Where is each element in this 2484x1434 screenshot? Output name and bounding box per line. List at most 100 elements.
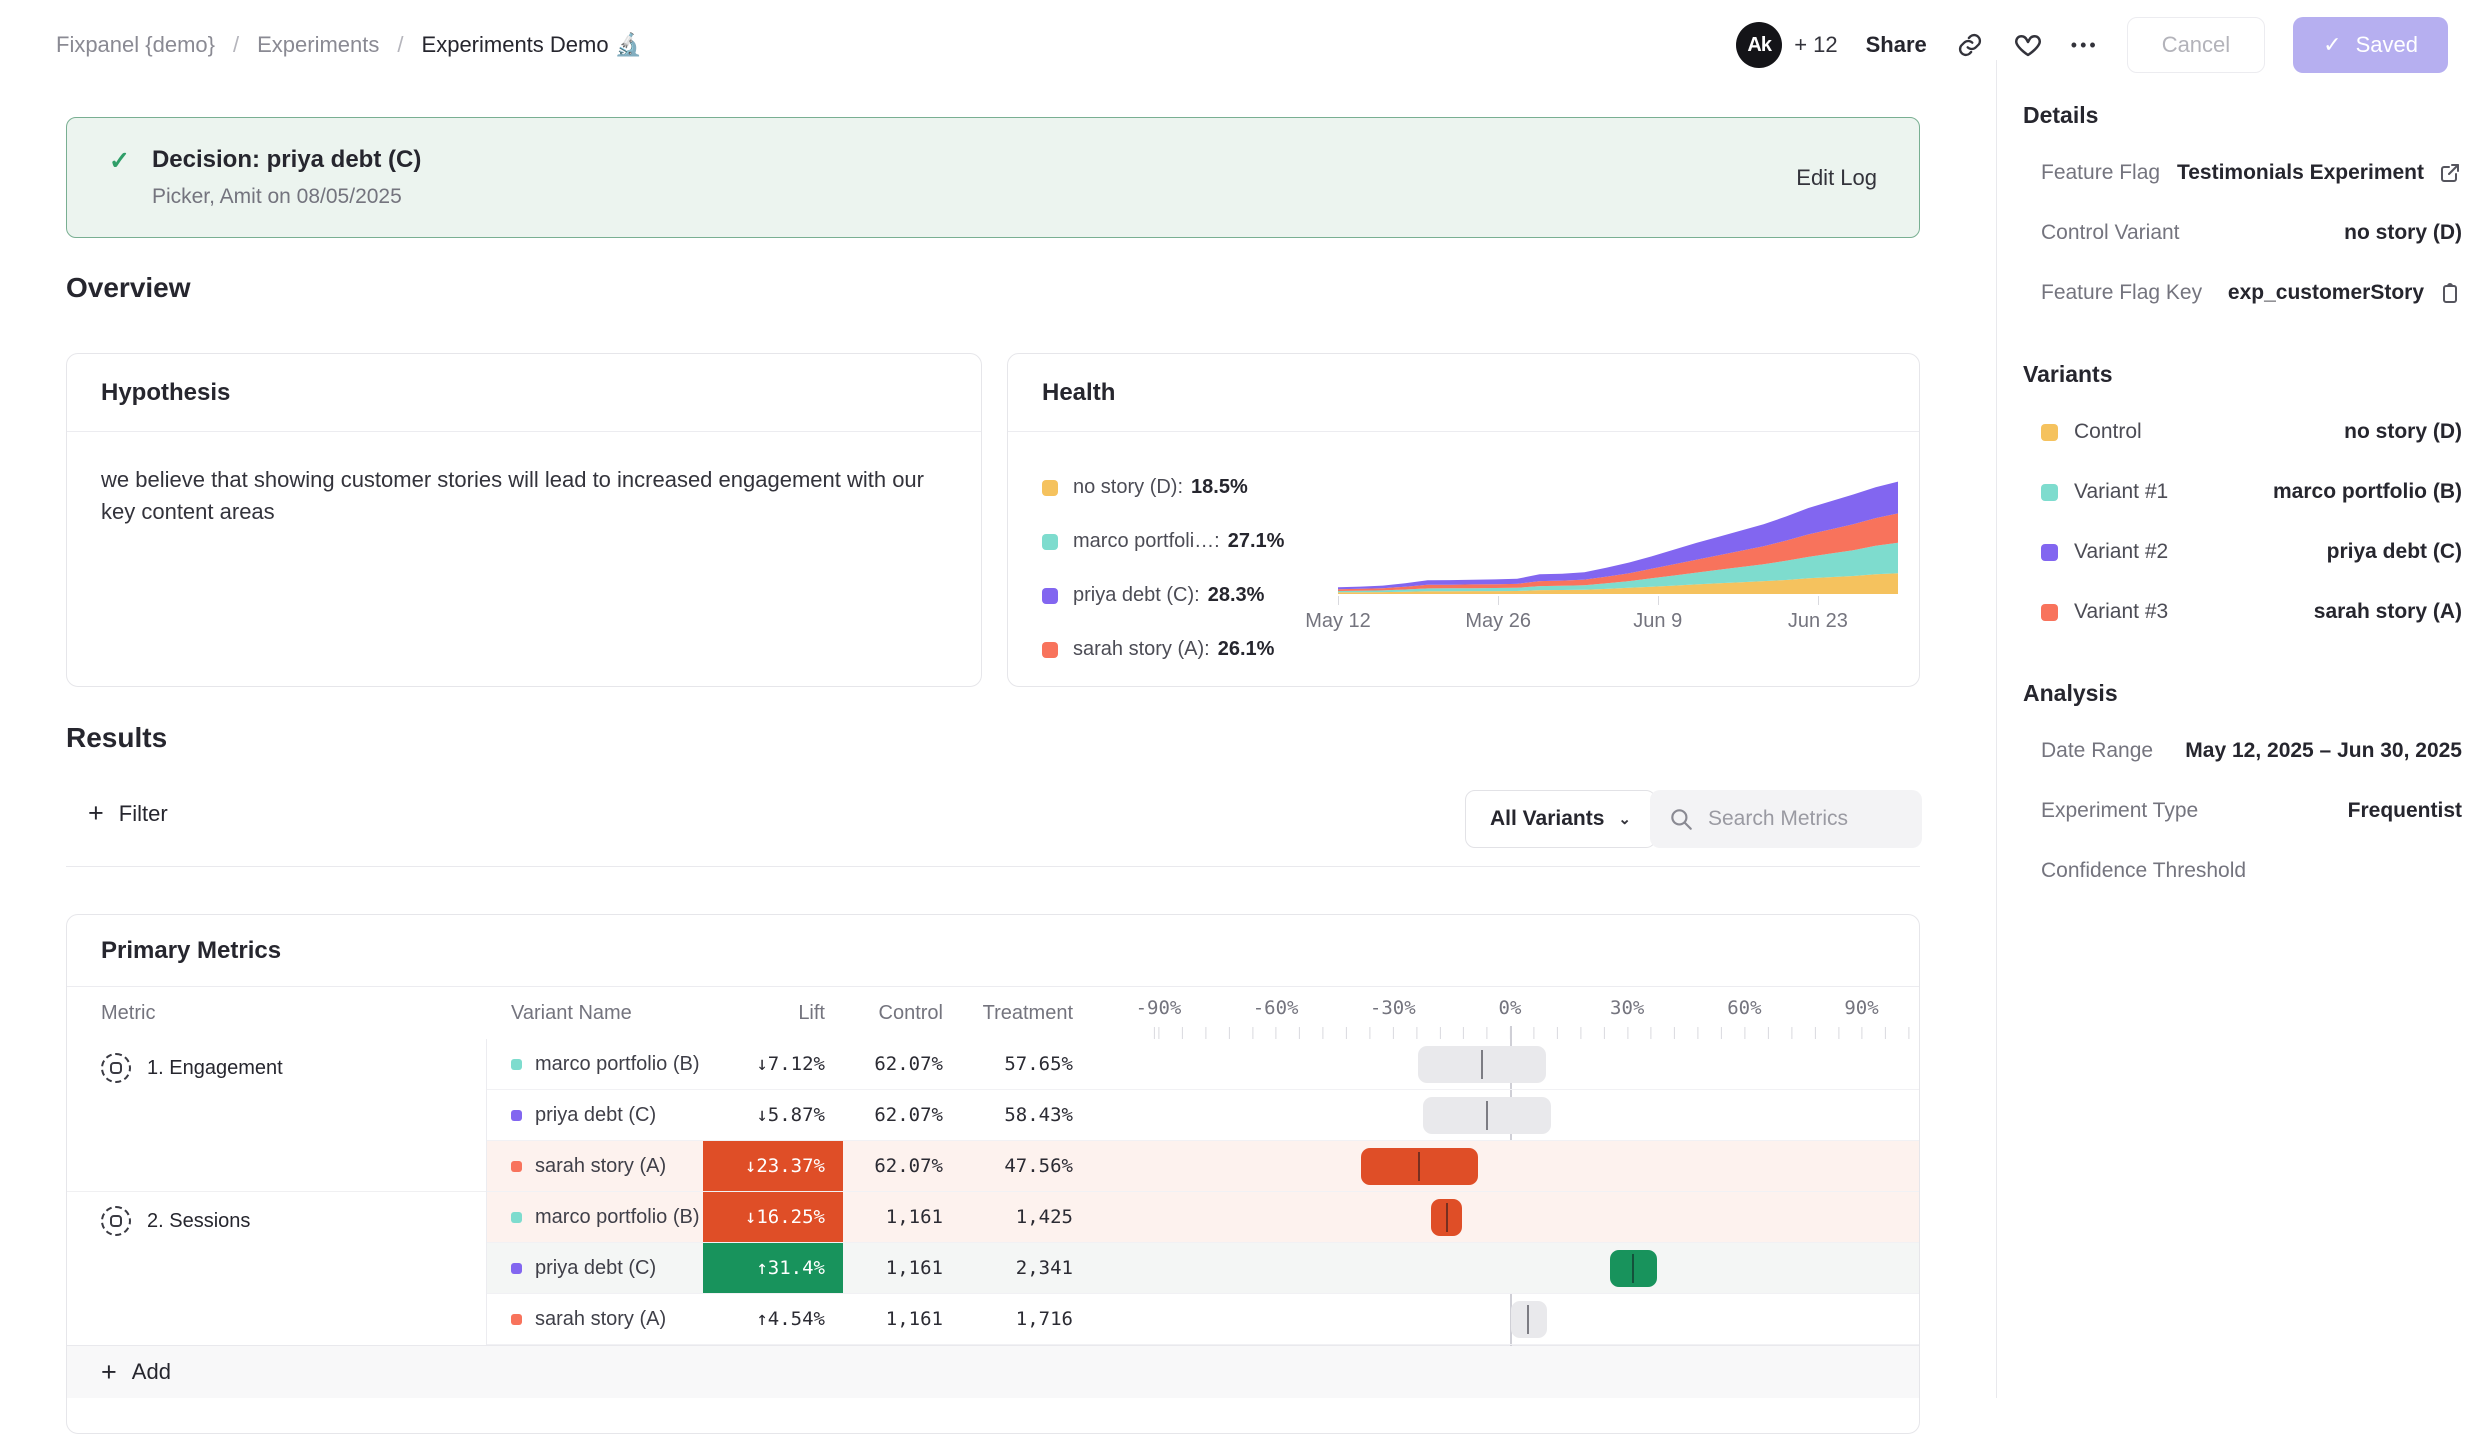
breadcrumb-experiments[interactable]: Experiments [257, 32, 379, 58]
more-menu-icon[interactable]: ••• [2071, 35, 2099, 56]
target-icon [101, 1206, 131, 1236]
variant-row-3: Variant #3 sarah story (A) [2023, 598, 2462, 626]
variant-color-dot [511, 1212, 522, 1223]
metrics-table-header: Metric Variant Name Lift Control Treatme… [67, 987, 1919, 1039]
edit-log-button[interactable]: Edit Log [1796, 165, 1877, 191]
control-value: 62.07% [843, 1090, 953, 1140]
column-header-treatment: Treatment [953, 1002, 1083, 1025]
variant-name: marco portfolio (B) [535, 1206, 700, 1229]
legend-value: 27.1% [1228, 530, 1285, 553]
hypothesis-card: Hypothesis we believe that showing custo… [66, 353, 982, 687]
feature-flag-key-row: Feature Flag Key exp_customerStory [2023, 279, 2462, 307]
column-header-variant-name: Variant Name [487, 1002, 703, 1025]
variant-name: marco portfolio (B) [535, 1053, 700, 1076]
variant-cell: marco portfolio (B) [487, 1192, 703, 1242]
variant-name: sarah story (A) [535, 1308, 666, 1331]
legend-swatch [1042, 642, 1058, 658]
lift-center-tick [1446, 1203, 1448, 1232]
metric-row[interactable]: sarah story (A)↑4.54%1,1611,716 [487, 1294, 1919, 1345]
feature-flag-value[interactable]: Testimonials Experiment [2177, 161, 2424, 185]
lift-axis: -90%-60%-30%0%30%60%90% [1141, 987, 1919, 1039]
date-range-label: Date Range [2041, 739, 2153, 763]
plus-icon: + [88, 800, 104, 827]
column-header-lift: Lift [703, 1002, 843, 1025]
avatar[interactable]: Ak [1736, 22, 1782, 68]
variant-label: Variant #2 [2074, 540, 2168, 564]
metric-name: 1. Engagement [147, 1057, 283, 1080]
share-button[interactable]: Share [1866, 32, 1927, 58]
hypothesis-text: we believe that showing customer stories… [67, 432, 981, 560]
legend-item: no story (D): 18.5% [1042, 476, 1338, 499]
lift-value: ↑31.4% [703, 1243, 843, 1293]
avatar-overflow-count[interactable]: + 12 [1794, 32, 1837, 58]
metric-row[interactable]: priya debt (C)↓5.87%62.07%58.43% [487, 1090, 1919, 1141]
health-chart-svg [1338, 476, 1898, 594]
add-metric-button[interactable]: + Add [67, 1345, 1919, 1398]
axis-label: 30% [1610, 997, 1644, 1019]
axis-label: 90% [1844, 997, 1878, 1019]
primary-metrics-title: Primary Metrics [67, 915, 1919, 987]
metric-group[interactable]: 2. Sessions [67, 1192, 486, 1345]
breadcrumb-project[interactable]: Fixpanel {demo} [56, 32, 215, 58]
treatment-value: 1,425 [953, 1192, 1083, 1242]
feature-flag-key-label: Feature Flag Key [2041, 281, 2202, 305]
variant-color-dot [511, 1161, 522, 1172]
variant-color-dot [511, 1263, 522, 1274]
confidence-interval-cell [1141, 1090, 1919, 1140]
x-tick-mark [1338, 596, 1339, 605]
axis-label: -60% [1253, 997, 1299, 1019]
x-tick-mark [1658, 596, 1659, 605]
variant-cell: marco portfolio (B) [487, 1039, 703, 1089]
results-divider [66, 866, 1920, 867]
x-tick-label: May 12 [1305, 610, 1371, 633]
plus-icon: + [101, 1359, 117, 1386]
metric-name: 2. Sessions [147, 1210, 250, 1233]
metric-row[interactable]: marco portfolio (B)↓7.12%62.07%57.65% [487, 1039, 1919, 1090]
legend-item: marco portfoli…: 27.1% [1042, 530, 1338, 553]
metric-row[interactable]: sarah story (A)↓23.37%62.07%47.56% [487, 1141, 1919, 1192]
lift-center-tick [1632, 1254, 1634, 1283]
metric-row[interactable]: marco portfolio (B)↓16.25%1,1611,425 [487, 1192, 1919, 1243]
feature-flag-key-value: exp_customerStory [2228, 281, 2424, 305]
clipboard-copy-icon[interactable] [2438, 281, 2462, 305]
add-filter-button[interactable]: + Filter [88, 800, 168, 827]
column-header-metric: Metric [67, 1002, 487, 1025]
variant-row-1: Variant #1 marco portfolio (B) [2023, 478, 2462, 506]
legend-label: priya debt (C): [1073, 584, 1200, 607]
feature-flag-row: Feature Flag Testimonials Experiment [2023, 159, 2462, 187]
external-link-icon[interactable] [2438, 161, 2462, 185]
metric-row[interactable]: priya debt (C)↑31.4%1,1612,341 [487, 1243, 1919, 1294]
legend-swatch [1042, 588, 1058, 604]
variant-color-dot [511, 1314, 522, 1325]
variant-value: no story (D) [2344, 420, 2462, 444]
control-value: 1,161 [843, 1294, 953, 1344]
x-tick-label: Jun 9 [1633, 610, 1682, 633]
control-variant-value: no story (D) [2344, 221, 2462, 245]
treatment-value: 57.65% [953, 1039, 1083, 1089]
link-icon[interactable] [1955, 30, 1985, 60]
details-sidebar: Details Feature Flag Testimonials Experi… [1996, 60, 2484, 1398]
variant-value: sarah story (A) [2314, 600, 2462, 624]
health-card-title: Health [1008, 354, 1919, 432]
all-variants-dropdown[interactable]: All Variants ⌄ [1465, 790, 1656, 848]
date-range-value: May 12, 2025 – Jun 30, 2025 [2185, 739, 2462, 763]
lift-value: ↓16.25% [703, 1192, 843, 1242]
variant-cell: priya debt (C) [487, 1090, 703, 1140]
favorite-heart-icon[interactable] [2013, 30, 2043, 60]
control-value: 1,161 [843, 1243, 953, 1293]
legend-value: 26.1% [1218, 638, 1275, 661]
hypothesis-card-title: Hypothesis [67, 354, 981, 432]
legend-label: sarah story (A): [1073, 638, 1210, 661]
variant-color-swatch [2041, 544, 2058, 561]
breadcrumb-current-page: Experiments Demo 🔬 [422, 32, 643, 58]
metric-group[interactable]: 1. Engagement [67, 1039, 486, 1192]
axis-tick-marks [1141, 1027, 1919, 1039]
legend-swatch [1042, 480, 1058, 496]
search-metrics-box [1650, 790, 1922, 848]
date-range-row: Date Range May 12, 2025 – Jun 30, 2025 [2023, 737, 2462, 765]
variant-color-swatch [2041, 424, 2058, 441]
overview-heading: Overview [66, 272, 191, 304]
lift-center-tick [1418, 1152, 1420, 1181]
search-metrics-input[interactable] [1708, 807, 1904, 831]
lift-value: ↓7.12% [703, 1039, 843, 1089]
